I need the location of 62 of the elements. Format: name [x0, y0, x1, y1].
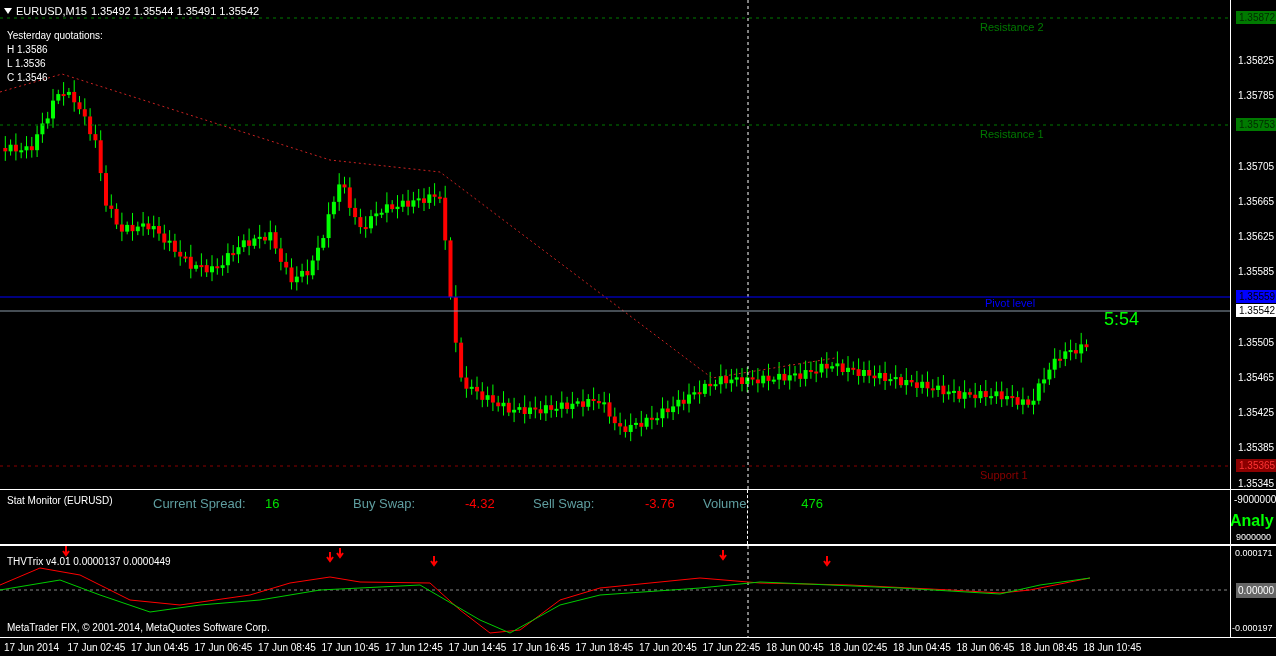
price-label: 1.35365	[1236, 459, 1276, 472]
time-tick: 17 Jun 12:45	[385, 641, 444, 655]
axis-tick: 0.000171	[1235, 547, 1273, 560]
panel-title: THVTrix v4.01 0.0000137 0.0000449	[7, 556, 171, 568]
time-tick: 17 Jun 2014	[4, 641, 61, 655]
quotation-text: L 1.3536	[7, 57, 47, 71]
quotation-text: C 1.3546	[7, 71, 49, 85]
level-label: Resistance 2	[980, 20, 1044, 35]
overlay-text: Analy	[1231, 512, 1274, 530]
price-tick: 1.35345	[1238, 476, 1275, 491]
time-tick: 17 Jun 14:45	[448, 641, 508, 655]
price-tick: 1.35465	[1238, 371, 1275, 385]
stat-value: 476	[801, 495, 823, 513]
price-tick: 1.35425	[1238, 406, 1275, 421]
time-tick: 18 Jun 10:45	[1083, 641, 1143, 655]
stat-label: Buy Swap:	[353, 495, 417, 513]
time-tick: 18 Jun 02:45	[829, 641, 889, 655]
panel-title: Stat Monitor (EURUSD)	[7, 494, 113, 508]
axis-tick: -0.000197	[1232, 622, 1273, 635]
price-tick: 1.35825	[1238, 54, 1275, 69]
price-label: 1.35753	[1236, 118, 1276, 131]
level-label: Pivot level	[985, 296, 1036, 311]
axis-tick: 9000000	[1236, 532, 1272, 543]
time-tick: 17 Jun 20:45	[639, 641, 698, 655]
time-tick: 17 Jun 18:45	[575, 641, 635, 655]
quotation-text: Yesterday quotations:	[7, 29, 103, 43]
price-tick: 1.35785	[1238, 89, 1275, 104]
stat-label: Volume:	[703, 495, 751, 513]
chart-quote: 1.35492 1.35544 1.35491 1.35542	[90, 4, 260, 19]
time-tick: 18 Jun 08:45	[1020, 641, 1079, 655]
time-tick: 18 Jun 04:45	[893, 641, 952, 655]
price-tick: 1.35385	[1238, 441, 1275, 456]
price-tick: 1.35585	[1238, 265, 1275, 280]
time-tick: 17 Jun 16:45	[512, 641, 571, 655]
copyright-text: MetaTrader FIX, © 2001-2014, MetaQuotes Software Corp.	[7, 621, 270, 635]
time-tick: 17 Jun 08:45	[258, 641, 317, 655]
price-label: 1.35559	[1236, 290, 1276, 303]
time-tick: 18 Jun 06:45	[956, 641, 1016, 655]
time-tick: 17 Jun 06:45	[194, 641, 254, 655]
level-label: Support 1	[980, 468, 1028, 483]
countdown-timer: 5:54	[1104, 308, 1140, 331]
stat-label: Sell Swap:	[533, 495, 596, 513]
price-tick: 1.35625	[1238, 230, 1275, 245]
price-label: 1.35542	[1236, 304, 1276, 317]
price-label: 1.35872	[1236, 11, 1276, 24]
axis-tick: 0.00000	[1236, 583, 1276, 598]
time-tick: 17 Jun 02:45	[67, 641, 127, 655]
stat-value: -4.32	[465, 495, 495, 513]
stat-label: Current Spread:	[153, 495, 247, 513]
quotation-text: H 1.3586	[7, 43, 49, 57]
stat-value: -3.76	[645, 495, 675, 513]
axis-tick: -9000000	[1234, 493, 1276, 507]
time-tick: 18 Jun 00:45	[766, 641, 825, 655]
time-tick: 17 Jun 10:45	[321, 641, 381, 655]
price-tick: 1.35705	[1238, 159, 1275, 174]
time-tick: 17 Jun 22:45	[702, 641, 762, 655]
chart-symbol: EURUSD,M15	[16, 4, 87, 19]
price-tick: 1.35665	[1238, 195, 1275, 209]
price-tick: 1.35505	[1238, 335, 1275, 350]
stat-value: 16	[265, 495, 280, 513]
level-label: Resistance 1	[980, 127, 1044, 142]
time-tick: 17 Jun 04:45	[131, 641, 190, 655]
